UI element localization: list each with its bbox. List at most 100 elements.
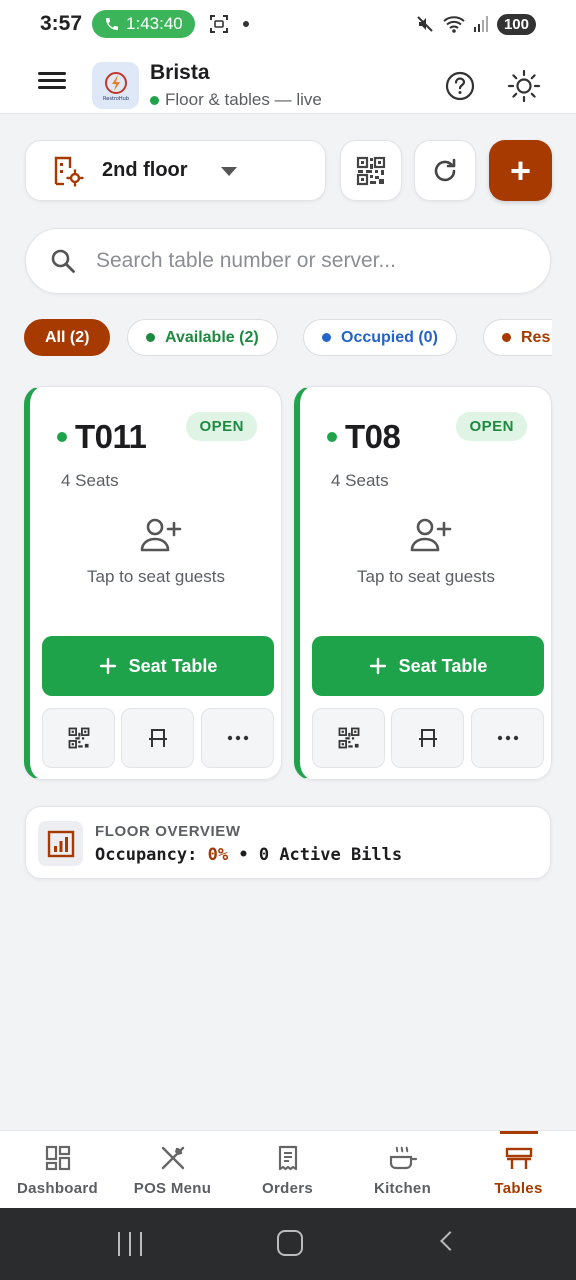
reserved-dot [502, 333, 511, 342]
add-person-icon [140, 518, 182, 552]
table-name: T08 [327, 418, 401, 456]
filter-chip-all[interactable]: All (2) [24, 319, 111, 356]
table-number: T011 [75, 418, 147, 455]
chair-icon [418, 729, 437, 747]
recents-button[interactable] [118, 1232, 142, 1256]
battery-level: 100 [496, 13, 536, 35]
nav-label: Kitchen [373, 1180, 432, 1197]
occupancy-label: Occupancy: [95, 845, 198, 865]
home-button[interactable] [277, 1230, 303, 1256]
overview-title: FLOOR OVERVIEW [95, 823, 241, 840]
dashboard-icon [43, 1143, 73, 1173]
table-icon [504, 1143, 534, 1173]
nav-tables[interactable]: Tables [461, 1131, 576, 1209]
search-input[interactable] [96, 249, 516, 273]
help-icon [445, 71, 475, 101]
table-card[interactable]: T011 OPEN 4 Seats Tap to seat guests Sea… [24, 386, 282, 780]
plus-icon [99, 657, 116, 675]
status-dot [327, 432, 337, 442]
qr-code-button[interactable] [340, 140, 402, 201]
nav-label: Orders [262, 1180, 313, 1197]
phone-icon [106, 18, 119, 30]
table-number: T08 [345, 418, 401, 455]
chair-icon [148, 729, 167, 747]
qr-code-icon [356, 156, 386, 185]
ongoing-call-pill[interactable]: 1:43:40 [92, 10, 195, 38]
overview-summary: Occupancy: 0% • 0 Active Bills [95, 845, 402, 865]
refresh-icon [434, 158, 456, 181]
floor-selector[interactable]: 2nd floor [25, 140, 326, 201]
qr-code-icon [68, 727, 89, 749]
add-table-button[interactable]: + [489, 140, 552, 201]
summary-separator: • [238, 845, 249, 865]
plus-icon: + [509, 149, 532, 191]
plus-icon [369, 657, 386, 675]
seat-table-button[interactable]: Seat Table [42, 636, 274, 696]
notification-dot-icon [242, 21, 249, 27]
theme-toggle-button[interactable] [506, 68, 542, 104]
seat-table-label: Seat Table [398, 655, 488, 676]
qr-code-icon [338, 727, 359, 749]
utensils-icon [158, 1143, 188, 1173]
screenshot-icon [209, 15, 228, 33]
logo-icon: RestroHub [103, 71, 129, 102]
status-dot [57, 432, 67, 442]
occupancy-value: 0% [207, 845, 229, 865]
table-qr-button[interactable] [312, 708, 385, 768]
filter-chip-reserved[interactable]: Res [483, 319, 552, 356]
nav-label: Dashboard [16, 1180, 99, 1197]
floor-overview-card: FLOOR OVERVIEW Occupancy: 0% • 0 Active … [25, 806, 551, 879]
seat-count: 4 Seats [331, 471, 389, 490]
table-chair-button[interactable] [121, 708, 194, 768]
search-icon [51, 249, 75, 273]
active-bills: 0 Active Bills [258, 845, 403, 865]
sun-icon [507, 69, 541, 103]
hamburger-icon [38, 72, 66, 75]
table-name: T011 [57, 418, 147, 456]
table-chair-button[interactable] [391, 708, 464, 768]
status-badge: OPEN [456, 412, 527, 441]
nav-label: POS Menu [133, 1180, 212, 1197]
menu-button[interactable] [38, 68, 66, 96]
occupied-dot [322, 333, 331, 342]
filter-chip-available[interactable]: Available (2) [127, 319, 278, 356]
refresh-button[interactable] [414, 140, 476, 201]
status-bar: 3:57 1:43:40 100 [0, 0, 576, 48]
app-logo: RestroHub [92, 62, 139, 109]
nav-orders[interactable]: Orders [230, 1131, 345, 1209]
system-navigation-bar [0, 1208, 576, 1280]
available-dot [146, 333, 155, 342]
more-horizontal-icon [497, 735, 518, 741]
nav-pos-menu[interactable]: POS Menu [115, 1131, 230, 1209]
table-qr-button[interactable] [42, 708, 115, 768]
recents-bar [129, 1232, 131, 1256]
nav-kitchen[interactable]: Kitchen [345, 1131, 460, 1209]
table-card[interactable]: T08 OPEN 4 Seats Tap to seat guests Seat… [294, 386, 552, 780]
hamburger-line [38, 86, 66, 89]
help-button[interactable] [444, 70, 476, 102]
filter-chips: All (2) Available (2) Occupied (0) Res [24, 319, 552, 356]
call-duration: 1:43:40 [126, 14, 183, 33]
app-title: Brista [150, 61, 210, 84]
signal-icon [473, 16, 488, 32]
table-more-button[interactable] [201, 708, 274, 768]
chip-label: All (2) [45, 328, 90, 346]
search-bar[interactable] [25, 228, 551, 294]
wifi-icon [443, 16, 465, 33]
chip-label: Occupied (0) [341, 328, 438, 346]
filter-chip-occupied[interactable]: Occupied (0) [303, 319, 457, 356]
overview-chart-icon [38, 821, 83, 866]
nav-dashboard[interactable]: Dashboard [0, 1131, 115, 1209]
app-header: RestroHub Brista Floor & tables — live [0, 48, 576, 114]
seat-hint: Tap to seat guests [357, 567, 495, 586]
nav-label: Tables [494, 1180, 543, 1197]
chevron-down-icon [221, 167, 237, 176]
seat-table-label: Seat Table [128, 655, 218, 676]
subtitle-text: Floor & tables — live [165, 90, 322, 109]
seat-table-button[interactable]: Seat Table [312, 636, 544, 696]
seat-count: 4 Seats [61, 471, 119, 490]
table-more-button[interactable] [471, 708, 544, 768]
back-button[interactable] [440, 1231, 460, 1251]
app-subtitle: Floor & tables — live [150, 90, 322, 110]
status-time: 3:57 [40, 12, 83, 35]
